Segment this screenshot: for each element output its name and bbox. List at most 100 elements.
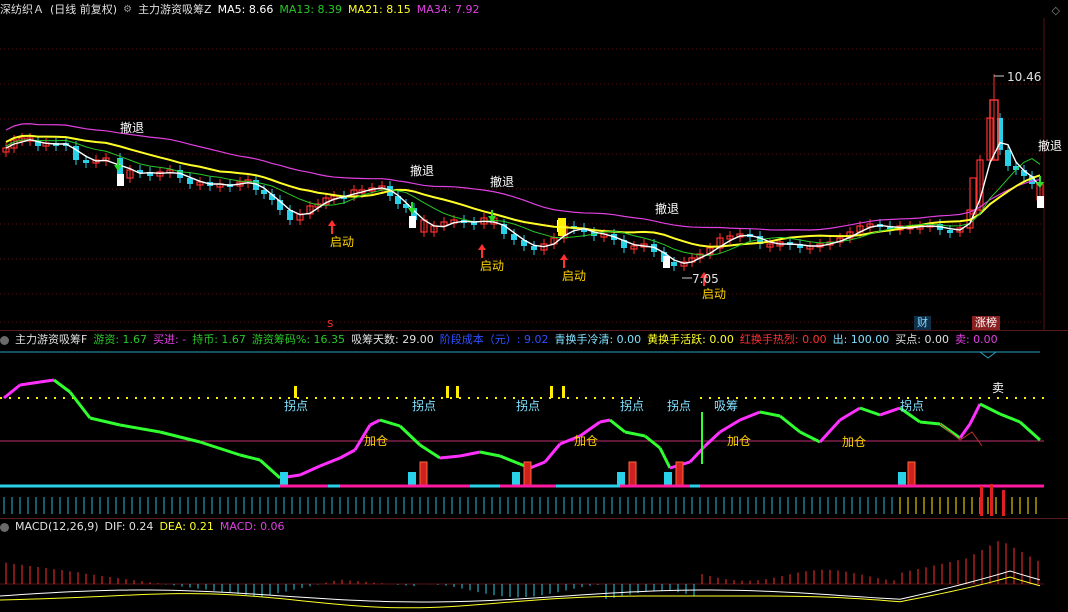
gear-icon[interactable]: ⚙: [123, 2, 132, 18]
stock-name[interactable]: 深纺织Ａ: [0, 2, 44, 18]
diamond-icon[interactable]: ◇: [1052, 4, 1060, 17]
yellow-bar: [446, 386, 449, 398]
candle-highlight: [663, 256, 670, 268]
indicator-line: [999, 412, 1021, 424]
candlesticks: [2, 74, 1044, 271]
macd-value: MACD: 0.06: [219, 520, 285, 533]
qidong-label: 启动: [702, 287, 726, 301]
chetui-label: 撤退: [410, 163, 434, 178]
candle-down: [531, 246, 537, 250]
dea-line: [0, 576, 1041, 609]
chu-value: 出: 100.00: [832, 333, 890, 346]
sell-label: 卖: [992, 381, 1004, 395]
period-label[interactable]: (日线 前复权): [50, 2, 117, 18]
red-tick: [1002, 490, 1005, 516]
indicator-line: [839, 406, 861, 422]
cyan-block: [280, 472, 288, 485]
indicator-line: [439, 454, 461, 460]
up-arrow-icon: [560, 254, 568, 268]
yellow-bar: [456, 386, 459, 398]
indicator-line: [958, 423, 972, 439]
macd-content: [0, 541, 1044, 609]
indicator-line: [624, 430, 646, 438]
indicator-line: [599, 418, 611, 424]
indicator-line: [398, 424, 422, 447]
yellow-bar: [550, 386, 553, 398]
guaidian-label: 拐点: [516, 398, 540, 413]
indicator-line: [609, 418, 626, 434]
price-chart[interactable]: 撤退撤退撤退撤退撤退启动启动启动启动10.467.05: [0, 18, 1068, 330]
indicator-name[interactable]: 主力游资吸筹Z: [138, 2, 212, 18]
macd-chart[interactable]: [0, 536, 1068, 612]
indicator-line: [379, 418, 401, 428]
yellow-bar: [294, 386, 297, 398]
qidong-label: 启动: [330, 235, 354, 249]
indicator-line: [529, 460, 546, 470]
indicator-dot-icon[interactable]: [0, 335, 9, 345]
indicator-line: [369, 418, 381, 427]
indicator-chart[interactable]: 拐点 拐点 拐点 拐点 拐点 拐点 吸筹加仓 加仓 加仓 加仓 卖: [0, 348, 1068, 518]
dif-value: DIF: 0.24: [104, 520, 154, 533]
indicator-line: [859, 406, 881, 417]
red-block: [675, 461, 684, 486]
mai-value: 卖: 0.00: [954, 333, 998, 346]
indicator-line: [479, 450, 501, 458]
cyan-block: [408, 472, 416, 485]
low-price-label: 7.05: [692, 272, 719, 286]
indicator-line: [3, 383, 21, 400]
candle-highlight: [117, 174, 124, 186]
qidong-label: 启动: [480, 259, 504, 273]
macd-name[interactable]: MACD(12,26,9): [15, 519, 99, 535]
red-block: [419, 461, 428, 486]
up-arrow-icon: [328, 220, 336, 234]
indicator-line: [319, 456, 341, 468]
candle-highlight: [1037, 196, 1044, 208]
chetui-label: 撤退: [490, 174, 514, 189]
pane-divider[interactable]: [0, 330, 1068, 331]
indicator-line: [53, 378, 71, 394]
up-arrow-icon: [478, 244, 486, 258]
high-price-label: 10.46: [1007, 70, 1041, 84]
guaidian-label: 拐点: [900, 398, 924, 413]
indicator-line: [719, 418, 741, 434]
ma13-value: MA13: 8.39: [279, 3, 343, 16]
chetui-label: 撤退: [655, 201, 679, 216]
guaidian-label: 拐点: [412, 398, 436, 413]
cyan-block: [664, 472, 672, 485]
red-block: [907, 461, 916, 486]
indicator-line: [759, 410, 781, 418]
red-block: [628, 461, 637, 486]
cai-badge[interactable]: 财: [914, 316, 931, 330]
indicator-line: [979, 402, 1001, 416]
ma34-line: [5, 123, 1041, 231]
indicator-content: 拐点 拐点 拐点 拐点 拐点 拐点 吸筹加仓 加仓 加仓 加仓 卖: [0, 351, 1044, 516]
macd-header: MACD(12,26,9) DIF: 0.24 DEA: 0.21 MACD: …: [0, 519, 285, 535]
candle-up: [969, 177, 977, 215]
indicator-dot-icon[interactable]: [0, 522, 9, 532]
indicator-line: [459, 450, 481, 458]
huanghuan-value: 黄换手活跃: 0.00: [647, 333, 734, 346]
candle-down: [83, 160, 89, 163]
tianshu-value: 吸筹天数: 29.00: [351, 333, 434, 346]
indicator-line: [739, 410, 761, 422]
red-block: [523, 461, 532, 486]
red-tick: [990, 484, 993, 516]
indicator-line: [19, 380, 41, 387]
maijin-value: 买进: -: [153, 333, 187, 346]
maidian-value: 买点: 0.00: [895, 333, 949, 346]
indicator-line: [199, 440, 241, 457]
indicator-line: [919, 420, 941, 426]
guaidian-label: 拐点: [284, 398, 308, 413]
guaidian-label: 拐点: [667, 398, 691, 413]
indicator-line: [543, 443, 562, 463]
indicator-name[interactable]: 主力游资吸筹F: [15, 332, 87, 348]
candle-down: [1005, 150, 1011, 166]
zhangbang-badge[interactable]: 涨榜: [972, 316, 1000, 330]
qinghuan-value: 青换手冷清: 0.00: [554, 333, 642, 346]
indicator-line: [968, 403, 982, 425]
indicator-header: 主力游资吸筹F 游资: 1.67 买进: - 持币: 1.67 游资筹码%: 1…: [0, 332, 998, 348]
indicator-line: [419, 443, 441, 460]
indicator-line: [499, 454, 521, 466]
dea-value: DEA: 0.21: [159, 520, 214, 533]
qidong-label: 启动: [562, 269, 586, 283]
